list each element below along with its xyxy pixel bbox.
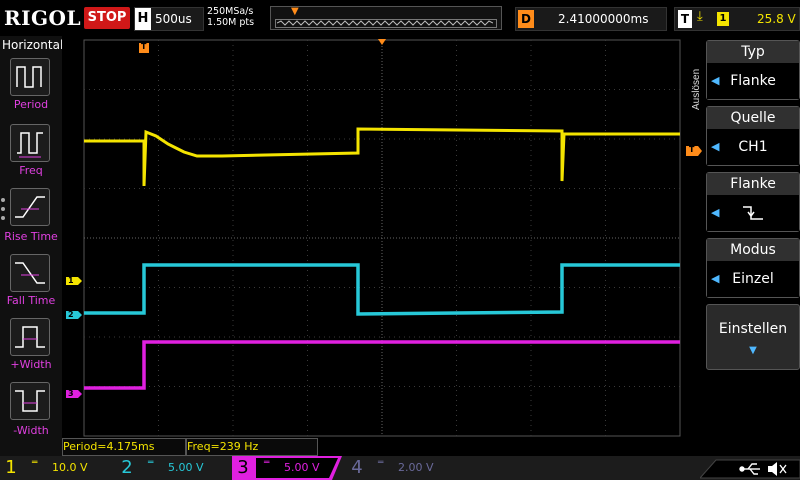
ch4-label: 4 bbox=[351, 457, 363, 478]
falling-edge-icon: ⤓ bbox=[697, 9, 703, 24]
trigger-type-header: Typ bbox=[707, 41, 799, 63]
trigger-position-marker[interactable]: T bbox=[141, 42, 146, 51]
horizontal-label: H bbox=[135, 8, 151, 30]
delay-value: 2.41000000ms bbox=[558, 12, 649, 26]
trigger-setup-menu[interactable]: Einstellen ▼ bbox=[706, 304, 800, 370]
positive-width-label: +Width bbox=[10, 358, 52, 371]
negative-width-button[interactable] bbox=[10, 382, 50, 420]
left-arrow-icon: ◀ bbox=[711, 206, 720, 219]
trigger-source-menu[interactable]: Quelle ◀ CH1 bbox=[706, 106, 800, 166]
trigger-channel: 1 bbox=[717, 12, 729, 26]
freq-measurement: Freq=239 Hz bbox=[186, 438, 318, 456]
negative-width-icon bbox=[15, 390, 45, 412]
freq-button[interactable] bbox=[10, 124, 50, 162]
rise-time-label: Rise Time bbox=[4, 230, 58, 243]
negative-width-label: -Width bbox=[13, 424, 49, 437]
auslosen-label: Auslösen bbox=[691, 69, 702, 110]
trigger-mode-value: Einzel bbox=[732, 271, 774, 287]
memory-waveform-icon bbox=[277, 20, 493, 26]
trigger-mode-header: Modus bbox=[707, 239, 799, 261]
brand-logo: RIGOL bbox=[4, 6, 82, 30]
trigger-level-marker[interactable]: T bbox=[689, 145, 694, 154]
freq-icon bbox=[17, 132, 43, 158]
ch3-scale[interactable]: 3 ═ 5.00 V bbox=[232, 456, 342, 480]
ch1-trace bbox=[84, 127, 680, 187]
fall-time-icon bbox=[15, 262, 45, 284]
period-measurement: Period=4.175ms bbox=[62, 438, 186, 456]
trigger-menu-side-label: Auslösen bbox=[691, 69, 702, 110]
trigger-source-value: CH1 bbox=[738, 139, 768, 155]
ch3-scale-value: 5.00 V bbox=[284, 461, 320, 474]
left-arrow-icon: ◀ bbox=[711, 74, 720, 87]
trigger-level: 25.8 V bbox=[757, 12, 796, 26]
ch2-scale[interactable]: 2 ═ 5.00 V bbox=[116, 456, 228, 480]
falling-edge-icon bbox=[743, 206, 763, 220]
freq-label: Freq bbox=[19, 164, 43, 177]
measure-panel-title: Horizontal bbox=[2, 38, 64, 52]
left-arrow-icon: ◀ bbox=[711, 140, 720, 153]
positive-width-button[interactable] bbox=[10, 318, 50, 356]
memory-depth: 1.50M pts bbox=[207, 17, 255, 28]
trigger-mode-menu[interactable]: Modus ◀ Einzel bbox=[706, 238, 800, 298]
timebase-readout[interactable]: H 500us bbox=[134, 7, 204, 31]
trigger-position-icon: ▼ bbox=[291, 6, 299, 17]
rise-time-button[interactable] bbox=[10, 188, 50, 226]
ch3-label: 3 bbox=[237, 457, 249, 478]
timebase-value: 500us bbox=[155, 12, 192, 26]
acquisition-info: 250MSa/s 1.50M pts bbox=[207, 6, 254, 28]
status-icons bbox=[700, 459, 800, 479]
dc-coupling-icon: ═ bbox=[148, 458, 154, 468]
positive-width-icon bbox=[15, 326, 45, 348]
ch1-scale-value: 10.0 V bbox=[52, 461, 88, 474]
waveform-traces bbox=[66, 39, 702, 398]
ch2-trace bbox=[84, 263, 680, 316]
trigger-type-value: Flanke bbox=[730, 73, 776, 89]
trigger-readout[interactable]: T ⤓ 1 25.8 V bbox=[674, 7, 800, 31]
ch3-level-marker[interactable]: 3 bbox=[68, 389, 74, 398]
fall-time-button[interactable] bbox=[10, 254, 50, 292]
trigger-slope-menu[interactable]: Flanke ◀ bbox=[706, 172, 800, 232]
waveform-display[interactable]: 1 2 3 T T bbox=[62, 36, 702, 438]
left-arrow-icon: ◀ bbox=[711, 272, 720, 285]
trigger-setup-label: Einstellen bbox=[718, 321, 788, 337]
trigger-label: T bbox=[678, 10, 692, 28]
period-label: Period bbox=[13, 98, 49, 111]
ch2-label: 2 bbox=[121, 457, 133, 478]
memory-overview: ▼ bbox=[270, 6, 502, 30]
delay-label: D bbox=[518, 10, 534, 28]
dc-coupling-icon: ═ bbox=[378, 458, 384, 468]
trigger-source-header: Quelle bbox=[707, 107, 799, 129]
dc-coupling-icon: ═ bbox=[32, 458, 38, 468]
page-dots-icon bbox=[1, 198, 6, 225]
ch4-scale[interactable]: 4 ═ 2.00 V bbox=[346, 456, 460, 480]
ch3-trace bbox=[84, 340, 680, 390]
down-arrow-icon: ▼ bbox=[749, 345, 757, 356]
delay-readout[interactable]: D 2.41000000ms bbox=[515, 7, 667, 31]
ch1-level-marker[interactable]: 1 bbox=[68, 276, 74, 285]
period-icon bbox=[16, 66, 42, 88]
rise-time-icon bbox=[15, 196, 45, 218]
ch1-label: 1 bbox=[5, 457, 17, 478]
ch2-level-marker[interactable]: 2 bbox=[68, 310, 74, 319]
run-stop-indicator[interactable]: STOP bbox=[84, 7, 130, 29]
trigger-type-menu[interactable]: Typ ◀ Flanke bbox=[706, 40, 800, 100]
trigger-slope-header: Flanke bbox=[707, 173, 799, 195]
period-button[interactable] bbox=[10, 58, 50, 96]
ch4-scale-value: 2.00 V bbox=[398, 461, 434, 474]
ch1-scale[interactable]: 1 ═ 10.0 V bbox=[0, 456, 112, 480]
dc-coupling-icon: ═ bbox=[264, 458, 270, 468]
fall-time-label: Fall Time bbox=[6, 294, 56, 307]
ch2-scale-value: 5.00 V bbox=[168, 461, 204, 474]
sample-rate: 250MSa/s bbox=[207, 6, 254, 17]
